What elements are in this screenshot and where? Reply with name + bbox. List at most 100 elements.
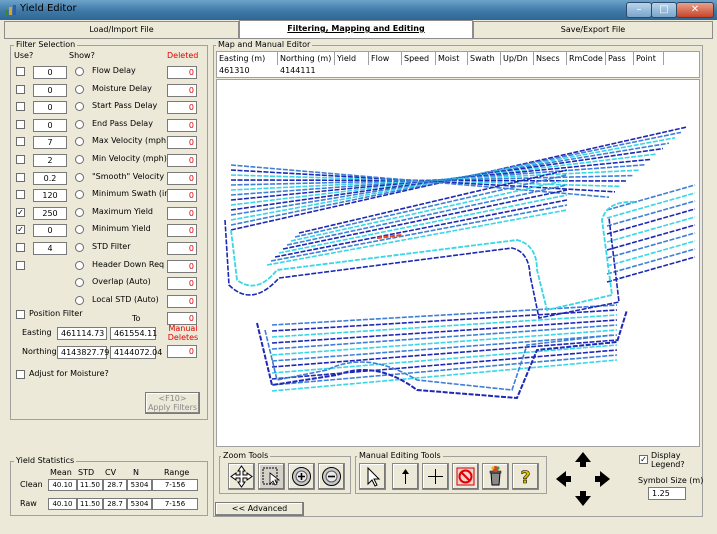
stat-value: 11.50 — [77, 479, 103, 491]
deleted-count: 0 — [167, 259, 197, 273]
deleted-count: 0 — [167, 224, 197, 238]
easting-from-input[interactable]: 461114.73 — [57, 327, 107, 340]
use-checkbox[interactable] — [16, 155, 25, 164]
delete-point-icon[interactable] — [452, 463, 479, 490]
harvest-pass — [376, 233, 403, 240]
show-radio[interactable] — [75, 119, 84, 129]
crosshair-icon[interactable] — [422, 463, 449, 490]
filter-label: Minimum Yield — [92, 224, 151, 234]
filter-value-input[interactable]: 2 — [33, 154, 67, 167]
filter-value-input[interactable]: 0 — [33, 101, 67, 115]
filter-value-input[interactable]: 0.2 — [33, 171, 67, 185]
use-checkbox[interactable] — [16, 67, 25, 76]
use-checkbox[interactable] — [16, 84, 25, 94]
pan-left-arrow — [556, 471, 571, 487]
filter-value-input[interactable]: 4 — [33, 242, 67, 255]
stat-value: 40.10 — [48, 498, 77, 510]
use-checkbox[interactable]: ✓ — [16, 225, 25, 235]
filter-value-input[interactable]: 7 — [33, 136, 67, 150]
deleted-count: 0 — [167, 171, 197, 185]
info-col-value — [335, 65, 369, 77]
filter-value-input[interactable]: 120 — [33, 189, 67, 203]
deleted-count: 0 — [167, 66, 197, 79]
filter-value-input[interactable]: 0 — [33, 66, 67, 79]
show-radio[interactable] — [75, 295, 84, 305]
info-col-header: Moist — [436, 52, 468, 65]
harvest-pass — [271, 304, 618, 326]
tab-save-export[interactable]: Save/Export File — [473, 21, 713, 38]
info-col-header: Northing (m) — [278, 52, 335, 65]
show-radio[interactable] — [75, 243, 84, 252]
select-pointer-icon[interactable] — [359, 463, 386, 490]
pan-down-arrow — [575, 491, 591, 506]
symbol-size-input[interactable]: 1.25 — [648, 487, 686, 500]
show-radio[interactable] — [75, 67, 84, 76]
close-button[interactable]: ✕ — [676, 2, 714, 18]
show-radio[interactable] — [75, 84, 84, 94]
show-radio[interactable] — [75, 172, 84, 182]
stat-value: 5304 — [127, 498, 152, 510]
northing-to-input[interactable]: 4144072.04 — [110, 346, 162, 359]
harvest-pass — [271, 334, 618, 362]
use-checkbox[interactable]: ✓ — [16, 207, 25, 217]
filter-label: Minimum Swath (in) — [92, 189, 173, 199]
up-arrow-icon[interactable] — [392, 463, 419, 490]
filter-value-input[interactable]: 0 — [33, 83, 67, 97]
map-editor-title: Map and Manual Editor — [216, 40, 313, 49]
info-col-value — [634, 65, 664, 77]
use-checkbox[interactable] — [16, 260, 25, 270]
zoom-out-icon[interactable] — [318, 463, 345, 490]
tab-filtering-mapping[interactable]: Filtering, Mapping and Editing — [239, 20, 473, 39]
use-checkbox[interactable] — [16, 137, 25, 147]
info-col-value — [501, 65, 534, 77]
yield-map[interactable] — [217, 80, 700, 447]
use-checkbox[interactable] — [16, 102, 25, 112]
show-radio[interactable] — [75, 260, 84, 270]
position-filter-label: Position Filter — [29, 309, 83, 318]
easting-to-input[interactable]: 461554.11 — [110, 327, 157, 340]
zoom-in-icon[interactable] — [288, 463, 315, 490]
use-checkbox[interactable] — [16, 172, 25, 182]
use-checkbox[interactable] — [16, 190, 25, 200]
show-radio[interactable] — [75, 155, 84, 164]
advanced-button[interactable]: << Advanced — [215, 502, 304, 516]
harvest-pass — [266, 209, 568, 266]
info-col-header: Up/Dn — [501, 52, 534, 65]
filter-label: Header Down Req — [92, 259, 165, 269]
info-col-value — [468, 65, 501, 77]
filter-value-input[interactable]: 0 — [33, 224, 67, 238]
filter-value-input[interactable]: 250 — [33, 206, 67, 220]
window-title: Yield Editor — [20, 3, 77, 14]
use-checkbox[interactable] — [16, 119, 25, 129]
yield-map-canvas[interactable] — [216, 79, 700, 447]
position-filter-checkbox[interactable] — [16, 310, 25, 319]
apply-filters-button[interactable]: <F10> Apply Filters — [145, 392, 200, 414]
stat-row-label: Raw — [20, 499, 37, 508]
maximize-button[interactable]: □ — [651, 2, 677, 18]
deleted-count: 0 — [167, 118, 197, 132]
trash-icon[interactable] — [482, 463, 509, 490]
use-checkbox[interactable] — [16, 243, 25, 252]
tab-load-import[interactable]: Load/Import File — [4, 21, 239, 38]
deleted-count: 0 — [167, 101, 197, 115]
northing-from-input[interactable]: 4143827.79 — [57, 346, 109, 359]
filter-value-input[interactable]: 0 — [33, 118, 67, 132]
deleted-count: 0 — [167, 154, 197, 167]
manual-deletes-label: Manual Deletes — [167, 324, 199, 342]
info-col-header: Easting (m) — [217, 52, 278, 65]
adjust-moisture-checkbox[interactable] — [16, 370, 25, 379]
show-radio[interactable] — [75, 207, 84, 217]
filter-label: Start Pass Delay — [92, 101, 158, 111]
to-label: To — [132, 314, 141, 323]
zoom-window-icon[interactable] — [258, 463, 285, 490]
symbol-size-label: Symbol Size (m) — [638, 476, 704, 485]
display-legend-checkbox[interactable]: ✓ — [639, 455, 648, 464]
minimize-button[interactable]: – — [626, 2, 652, 18]
info-col-value — [436, 65, 468, 77]
help-icon[interactable]: ? — [512, 463, 539, 490]
pan-icon[interactable] — [228, 463, 255, 490]
info-col-value: 461310 — [219, 66, 250, 75]
stat-value: 11.50 — [77, 498, 103, 510]
filter-label: STD Filter — [92, 242, 131, 251]
filter-label: Maximum Yield — [92, 206, 154, 216]
